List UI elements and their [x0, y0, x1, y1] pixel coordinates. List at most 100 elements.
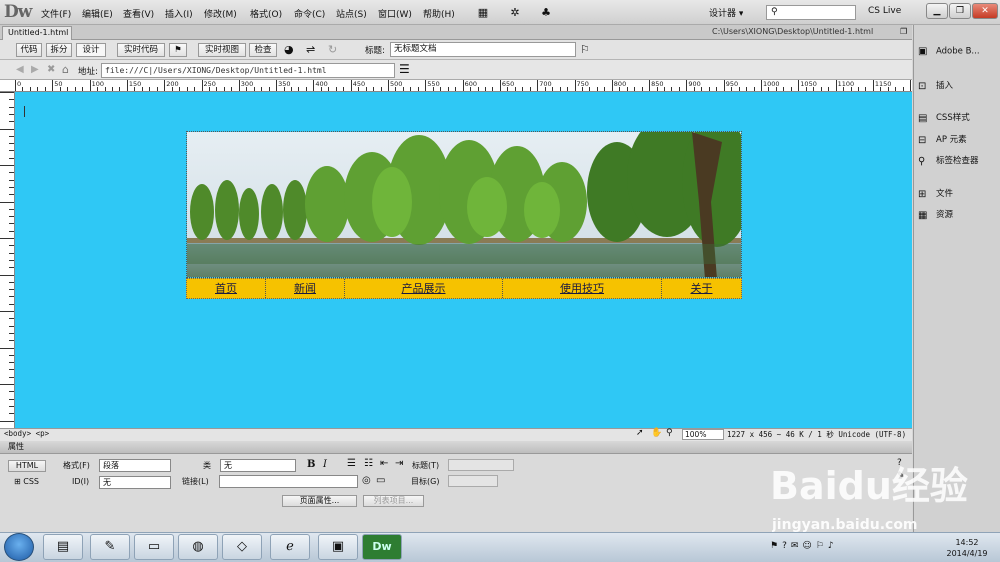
- properties-header[interactable]: 属性: [0, 441, 912, 454]
- minimize-button[interactable]: ▁: [926, 3, 948, 19]
- zoom-select[interactable]: 100%: [682, 429, 724, 440]
- restore-doc-icon[interactable]: ❐: [900, 27, 907, 36]
- home-icon[interactable]: ⌂: [62, 63, 69, 76]
- browser-preview-icon[interactable]: ◕: [284, 43, 294, 56]
- nav-link-about[interactable]: 关于: [662, 279, 741, 298]
- live-view-button[interactable]: 实时视图: [198, 43, 246, 57]
- menu-modify[interactable]: 修改(M): [204, 7, 237, 20]
- ordered-list-icon[interactable]: ☷: [364, 458, 373, 469]
- extend-icon[interactable]: ♣: [535, 4, 557, 21]
- menu-view[interactable]: 查看(V): [123, 7, 154, 20]
- address-input[interactable]: file:///C|/Users/XIONG/Desktop/Untitled-…: [101, 63, 395, 78]
- menu-commands[interactable]: 命令(C): [294, 7, 325, 20]
- menu-format[interactable]: 格式(O): [250, 7, 282, 20]
- class-select[interactable]: 无: [220, 459, 296, 472]
- nav-link-tips[interactable]: 使用技巧: [503, 279, 662, 298]
- banner-image[interactable]: [186, 131, 742, 278]
- menu-edit[interactable]: 编辑(E): [82, 7, 113, 20]
- ruler-minor-tick: [746, 87, 748, 91]
- ruler-tick: [89, 80, 91, 91]
- notepad-icon[interactable]: ◇: [222, 534, 262, 560]
- refresh-icon[interactable]: ↻: [328, 43, 337, 56]
- panel-files[interactable]: ⊞ 文件: [918, 187, 953, 200]
- code-view-button[interactable]: 代码: [16, 43, 42, 57]
- panel-ap-elements[interactable]: ⊟ AP 元素: [918, 133, 967, 146]
- title-input[interactable]: 无标题文档: [390, 42, 576, 57]
- inspect-button[interactable]: 检查: [249, 43, 277, 57]
- pointer-tool-icon[interactable]: ➚: [636, 428, 644, 438]
- ruler-minor-tick: [343, 87, 345, 91]
- ruler-minor-tick: [335, 87, 337, 91]
- format-select[interactable]: 段落: [99, 459, 171, 472]
- ruler-minor-tick: [9, 398, 14, 400]
- live-code-button[interactable]: 实时代码: [117, 43, 165, 57]
- compat-check-icon[interactable]: ⚑: [169, 43, 187, 57]
- panel-css-styles[interactable]: ▤ CSS样式: [918, 111, 970, 124]
- menu-file[interactable]: 文件(F): [41, 7, 71, 20]
- close-button[interactable]: ✕: [972, 3, 998, 19]
- page-properties-button[interactable]: 页面属性...: [282, 495, 357, 507]
- bold-icon[interactable]: B: [307, 459, 315, 470]
- stop-icon[interactable]: ✖: [47, 64, 55, 75]
- tray-icons[interactable]: ⚑?✉☺⚐♪: [770, 541, 838, 551]
- split-view-button[interactable]: 拆分: [46, 43, 72, 57]
- id-select[interactable]: 无: [99, 476, 171, 489]
- css-mode-button[interactable]: ⊞ CSS: [14, 477, 39, 486]
- zoom-tool-icon[interactable]: ⚲: [666, 428, 673, 438]
- media-icon[interactable]: ▣: [318, 534, 358, 560]
- target-select[interactable]: [448, 475, 498, 487]
- panel-assets[interactable]: ▦ 资源: [918, 208, 953, 221]
- ruler-minor-tick: [67, 87, 69, 91]
- file-manage-icon[interactable]: ⇌: [306, 43, 315, 56]
- view-options-icon[interactable]: ☰: [399, 62, 410, 76]
- clock[interactable]: 14:52 2014/4/19: [938, 537, 996, 559]
- html-mode-button[interactable]: HTML: [8, 460, 46, 472]
- ruler-tick: [910, 80, 912, 91]
- picture-viewer-icon[interactable]: ▭: [134, 534, 174, 560]
- unordered-list-icon[interactable]: ☰: [347, 458, 356, 469]
- link-label: 链接(L): [182, 477, 209, 486]
- menu-site[interactable]: 站点(S): [336, 7, 367, 20]
- layout-icon[interactable]: ▦: [472, 4, 494, 21]
- gear-icon[interactable]: ✲: [504, 4, 526, 21]
- menu-help[interactable]: 帮助(H): [423, 7, 455, 20]
- tag-selector[interactable]: <body> <p>: [4, 429, 49, 438]
- point-to-file-icon[interactable]: ◎: [362, 475, 371, 486]
- nav-link-products[interactable]: 产品展示: [345, 279, 503, 298]
- menu-window[interactable]: 窗口(W): [378, 7, 412, 20]
- list-item-button[interactable]: 列表项目...: [363, 495, 424, 507]
- paint-icon[interactable]: ✎: [90, 534, 130, 560]
- back-icon[interactable]: ◀: [16, 64, 24, 75]
- browse-folder-icon[interactable]: ▭: [376, 475, 385, 486]
- restore-button[interactable]: ❐: [949, 3, 971, 19]
- vertical-ruler: [0, 92, 15, 428]
- ruler-tick: [537, 80, 539, 91]
- panel-tag-inspector[interactable]: ⚲ 标签检查器: [918, 154, 979, 167]
- explorer-icon[interactable]: ▤: [43, 534, 83, 560]
- workspace-switcher[interactable]: 设计器 ▾: [709, 6, 743, 19]
- panel-insert[interactable]: ⊡ 插入: [918, 79, 953, 92]
- outdent-icon[interactable]: ⇤: [380, 458, 388, 469]
- italic-icon[interactable]: I: [323, 459, 327, 470]
- forward-icon[interactable]: ▶: [31, 64, 39, 75]
- panel-adobe-browserlab[interactable]: ▣ Adobe B...: [918, 46, 980, 57]
- cs-live-button[interactable]: CS Live: [868, 6, 901, 16]
- link-input[interactable]: [219, 475, 358, 488]
- nav-link-news[interactable]: 新闻: [266, 279, 345, 298]
- hand-tool-icon[interactable]: ✋: [651, 428, 662, 438]
- start-button[interactable]: [4, 533, 34, 561]
- help-search-input[interactable]: ⚲: [766, 5, 856, 20]
- menu-insert[interactable]: 插入(I): [165, 7, 193, 20]
- ruler-minor-tick: [186, 87, 188, 91]
- app-icon[interactable]: ◍: [178, 534, 218, 560]
- ie-icon[interactable]: ℯ: [270, 534, 310, 560]
- check-page-icon[interactable]: ⚐: [580, 43, 590, 56]
- document-path: C:\Users\XIONG\Desktop\Untitled-1.html: [712, 27, 874, 36]
- indent-icon[interactable]: ⇥: [395, 458, 403, 469]
- dreamweaver-taskbar-button[interactable]: Dw: [362, 534, 402, 560]
- design-view-button[interactable]: 设计: [76, 43, 106, 57]
- nav-link-home[interactable]: 首页: [187, 279, 266, 298]
- title-field-input[interactable]: [448, 459, 514, 471]
- document-tab[interactable]: Untitled-1.html: [2, 26, 72, 40]
- ruler-tick: [0, 311, 14, 312]
